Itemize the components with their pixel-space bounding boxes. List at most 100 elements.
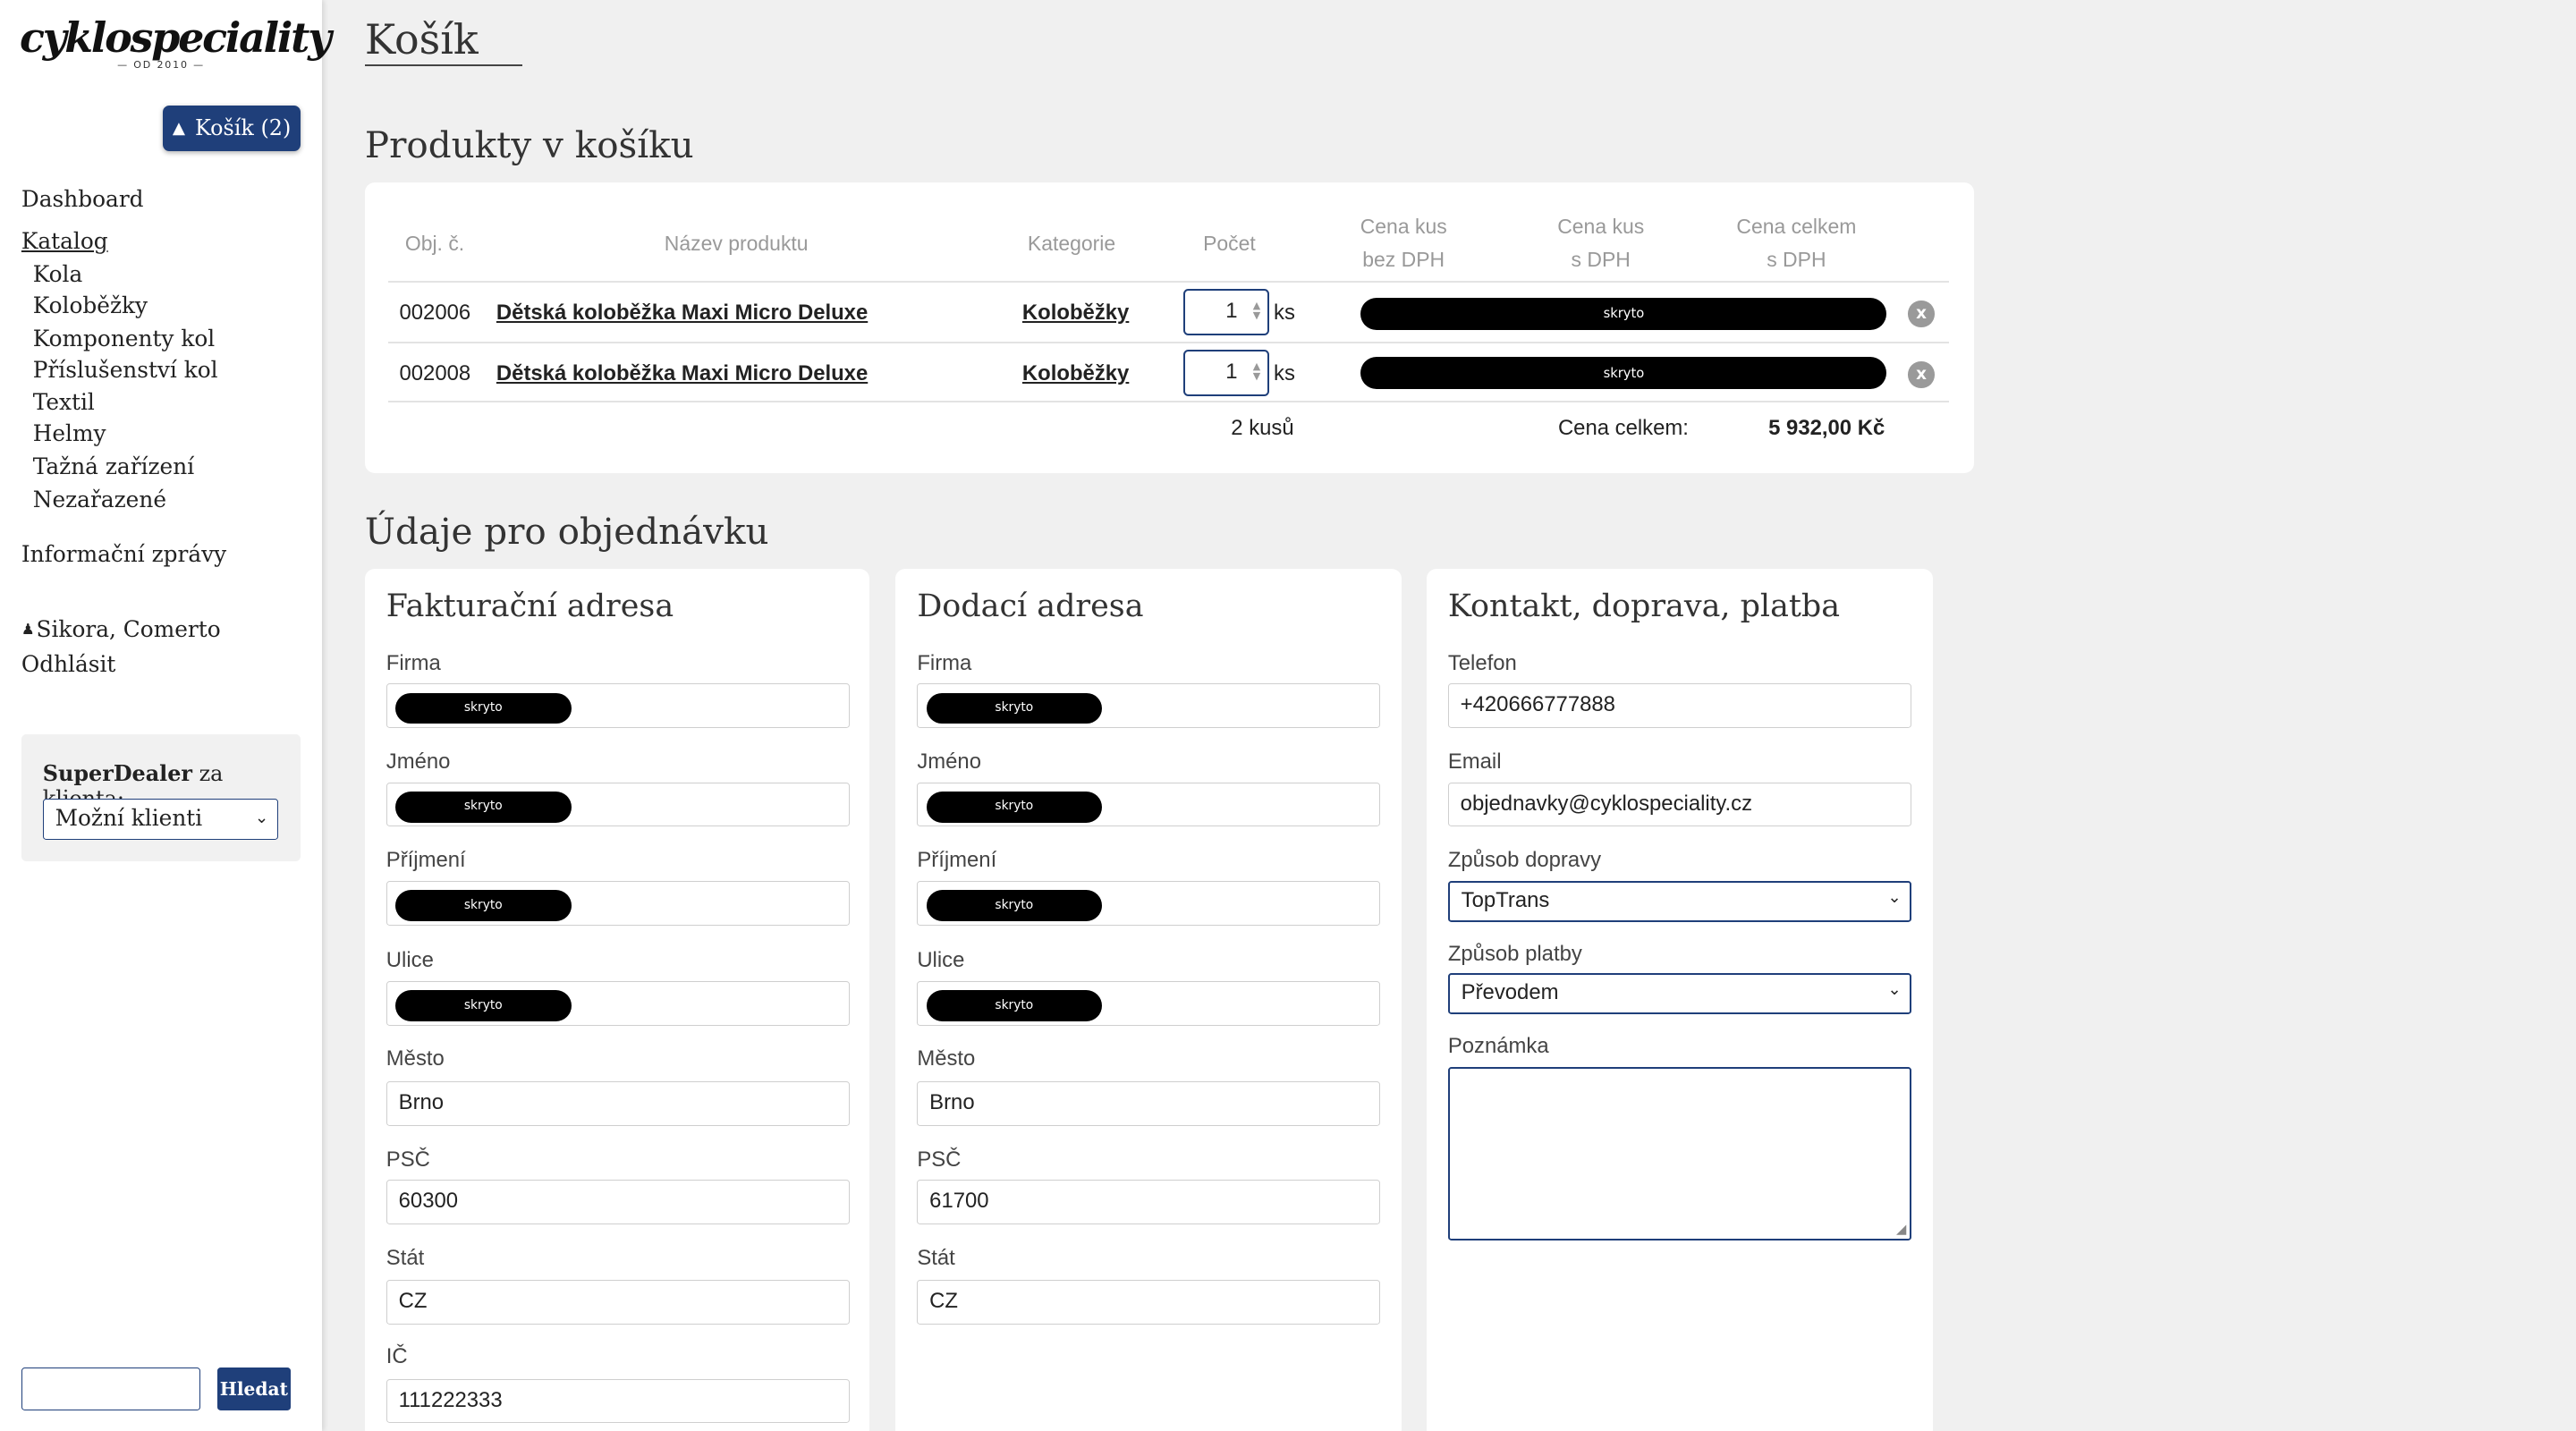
title-underline [364, 64, 523, 67]
nav-logout[interactable]: Odhlásit [21, 651, 116, 677]
billing-last-name-label: Příjmení [386, 848, 466, 873]
sidebar: cyklospeciality — OD 2010 — ▲ Košík (2) … [0, 0, 332, 1431]
nav-catalog-nezarazene[interactable]: Nezařazené [33, 487, 166, 512]
billing-company-field[interactable]: skryto [386, 683, 850, 728]
billing-street-hidden: skryto [394, 990, 572, 1022]
client-select[interactable]: Možní klienti ⌄ [42, 799, 278, 840]
delivery-title: Dodací adresa [917, 588, 1144, 624]
row1-hidden-prices: skryto [1360, 297, 1887, 331]
user-icon: ♟ [21, 621, 35, 639]
phone-label: Telefon [1447, 650, 1517, 675]
billing-last-name-hidden: skryto [394, 890, 572, 921]
delivery-last-name-field[interactable]: skryto [917, 880, 1381, 926]
billing-country-field[interactable]: CZ [386, 1280, 850, 1325]
nav-catalog-textil[interactable]: Textil [33, 389, 95, 415]
nav-catalog-helmy[interactable]: Helmy [33, 420, 106, 446]
nav-catalog-kola[interactable]: Kola [33, 261, 83, 287]
delivery-company-hidden: skryto [926, 692, 1103, 724]
cart-button[interactable]: ▲ Košík (2) [162, 105, 301, 152]
row2-qty-value: 1 [1225, 360, 1238, 385]
col-header-name: Název produktu [664, 231, 809, 255]
spinner-icon: ▲ ▼ [1252, 360, 1261, 383]
col-header-total: Cena celkem s DPH [1699, 210, 1894, 276]
col-header-price-inc-line2: s DPH [1571, 247, 1631, 271]
row1-category-link[interactable]: Koloběžky [1022, 301, 1129, 326]
billing-zip-label: PSČ [386, 1147, 430, 1172]
row1-product-link[interactable]: Dětská koloběžka Maxi Micro Deluxe [496, 301, 868, 326]
billing-ic-label: IČ [386, 1344, 408, 1369]
delivery-card: Dodací adresa Firma skryto Jméno skryto … [895, 568, 1402, 1431]
nav-dashboard[interactable]: Dashboard [21, 186, 144, 212]
delivery-zip-field[interactable]: 61700 [917, 1180, 1381, 1224]
row2-qty-input[interactable]: 1 ▲ ▼ [1182, 350, 1269, 396]
nav-catalog-komponenty[interactable]: Komponenty kol [33, 326, 215, 351]
delivery-last-name-label: Příjmení [917, 848, 997, 873]
nav-catalog-prislusenstvi[interactable]: Příslušenství kol [33, 357, 218, 383]
delivery-company-field[interactable]: skryto [917, 683, 1381, 728]
resize-handle-icon[interactable]: ◢ [1896, 1222, 1906, 1237]
email-field[interactable]: objednavky@cyklospeciality.cz [1447, 782, 1911, 827]
row2-remove-icon[interactable]: x [1908, 361, 1935, 388]
total-value: 5 932,00 Kč [1768, 415, 1885, 440]
shipping-label: Způsob dopravy [1447, 848, 1602, 873]
cart-card: Obj. č. Název produktu Kategorie Počet C… [364, 182, 1974, 474]
nav-catalog-kolobezky[interactable]: Koloběžky [33, 292, 148, 318]
row2-category-link[interactable]: Koloběžky [1022, 361, 1129, 386]
note-textarea[interactable]: ◢ [1447, 1066, 1911, 1241]
delivery-company-label: Firma [917, 650, 972, 675]
nav-catalog-tazna-zarizeni[interactable]: Tažná zařízení [33, 453, 194, 479]
table-divider [387, 401, 1950, 403]
row1-qty-input[interactable]: 1 ▲ ▼ [1182, 289, 1269, 335]
cart-section-title: Produkty v košíku [364, 123, 694, 166]
billing-street-label: Ulice [386, 948, 434, 973]
billing-zip-field[interactable]: 60300 [386, 1180, 850, 1224]
nav-catalog[interactable]: Katalog [21, 228, 108, 254]
delivery-zip-label: PSČ [917, 1147, 962, 1172]
shipping-select-value: TopTrans [1461, 887, 1550, 912]
billing-street-field[interactable]: skryto [386, 980, 850, 1026]
delivery-city-label: Město [917, 1046, 976, 1071]
search-button[interactable]: Hledat [216, 1367, 292, 1410]
chevron-down-icon: ⌄ [254, 809, 269, 828]
cart-button-label: Košík (2) [194, 115, 292, 141]
chevron-down-icon: ⌄ [1887, 887, 1902, 907]
billing-company-label: Firma [386, 650, 441, 675]
spinner-icon: ▲ ▼ [1252, 300, 1261, 322]
order-section-title: Údaje pro objednávku [364, 509, 769, 553]
billing-ic-field[interactable]: 111222333 [386, 1378, 850, 1424]
table-divider [387, 281, 1950, 284]
delivery-first-name-field[interactable]: skryto [917, 782, 1381, 827]
delivery-city-field[interactable]: Brno [917, 1081, 1381, 1126]
nav-info-messages[interactable]: Informační zprávy [21, 541, 226, 567]
nav-user[interactable]: ♟ Sikora, Comerto [21, 616, 221, 642]
delivery-country-field[interactable]: CZ [917, 1280, 1381, 1325]
logo[interactable]: cyklospeciality — OD 2010 — [20, 13, 332, 71]
search-input[interactable] [21, 1367, 201, 1410]
table-divider [387, 342, 1950, 344]
basket-icon: ▲ [172, 118, 185, 138]
delivery-first-name-hidden: skryto [926, 791, 1103, 823]
billing-city-field[interactable]: Brno [386, 1081, 850, 1126]
delivery-street-field[interactable]: skryto [917, 980, 1381, 1026]
delivery-first-name-label: Jméno [917, 749, 981, 774]
user-name: Sikora, Comerto [36, 616, 221, 643]
col-header-price-inc: Cena kus s DPH [1504, 210, 1698, 276]
billing-first-name-field[interactable]: skryto [386, 782, 850, 827]
shipping-select[interactable]: TopTrans ⌄ [1447, 880, 1911, 922]
billing-card: Fakturační adresa Firma skryto Jméno skr… [364, 568, 870, 1431]
row2-unit: ks [1274, 361, 1295, 386]
billing-city-label: Město [386, 1046, 445, 1071]
phone-field[interactable]: +420666777888 [1447, 683, 1911, 728]
row2-order-no: 002008 [399, 361, 471, 386]
col-header-total-line1: Cena celkem [1736, 215, 1857, 239]
col-header-order-no: Obj. č. [404, 231, 465, 255]
billing-last-name-field[interactable]: skryto [386, 880, 850, 926]
row1-order-no: 002006 [399, 301, 471, 326]
col-header-price-ex-line2: bez DPH [1362, 247, 1445, 271]
row2-hidden-prices: skryto [1360, 356, 1887, 390]
row2-product-link[interactable]: Dětská koloběžka Maxi Micro Deluxe [496, 361, 868, 386]
row1-remove-icon[interactable]: x [1908, 301, 1935, 327]
delivery-street-label: Ulice [917, 948, 965, 973]
col-header-price-ex-line1: Cena kus [1360, 215, 1447, 239]
payment-select[interactable]: Převodem ⌄ [1447, 972, 1911, 1014]
